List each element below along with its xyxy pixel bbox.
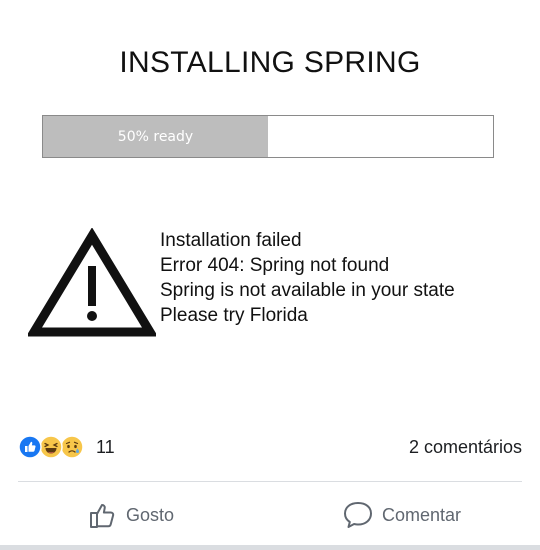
feed-separator xyxy=(0,545,540,550)
comment-count-link[interactable]: 2 comentários xyxy=(409,437,522,458)
sad-reaction-icon xyxy=(60,435,84,459)
reaction-icons[interactable] xyxy=(18,434,84,460)
error-message: Installation failed Error 404: Spring no… xyxy=(160,228,455,328)
install-title: INSTALLING SPRING xyxy=(119,46,421,79)
thumbs-up-icon xyxy=(90,504,115,528)
divider xyxy=(18,481,522,482)
warning-triangle-icon xyxy=(28,228,156,337)
post-actions: Gosto Comentar xyxy=(0,492,540,538)
reaction-count[interactable]: 11 xyxy=(96,437,115,458)
haha-reaction-icon xyxy=(39,435,63,459)
like-reaction-icon xyxy=(18,435,42,459)
error-line: Spring is not available in your state xyxy=(160,280,455,301)
comment-button[interactable]: Comentar xyxy=(342,492,461,538)
error-line: Error 404: Spring not found xyxy=(160,255,390,276)
comment-label: Comentar xyxy=(382,504,462,525)
like-label: Gosto xyxy=(126,504,175,525)
error-line: Please try Florida xyxy=(160,305,308,326)
comment-bubble-icon xyxy=(344,502,372,528)
error-line: Installation failed xyxy=(160,230,302,251)
like-button[interactable]: Gosto xyxy=(88,492,174,538)
reactions-row: 11 2 comentários xyxy=(18,434,522,460)
progress-label: 50% ready xyxy=(117,128,194,145)
post-image[interactable]: INSTALLING SPRING 50% ready Installation… xyxy=(0,0,540,420)
progress-bar: 50% ready xyxy=(42,115,494,158)
